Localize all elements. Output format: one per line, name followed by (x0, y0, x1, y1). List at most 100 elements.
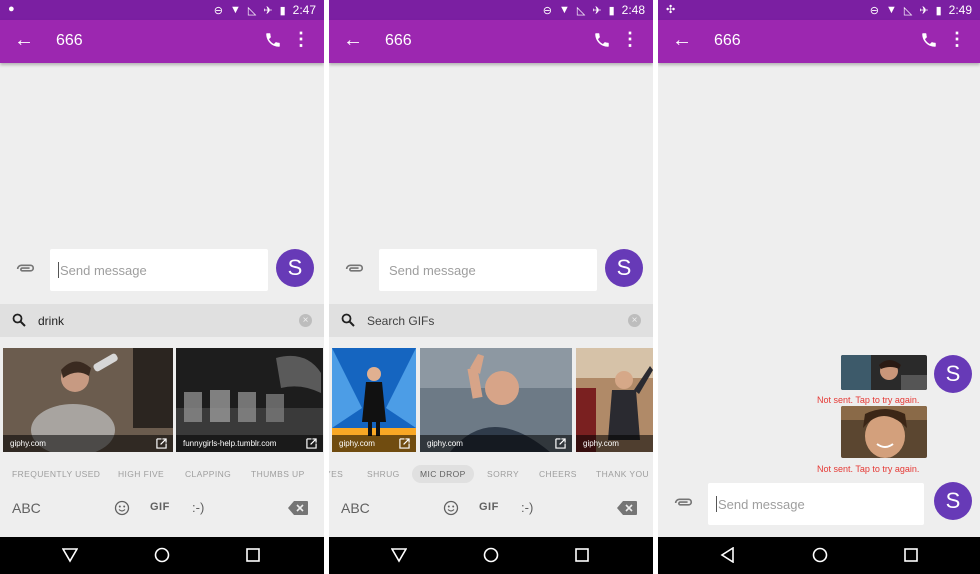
wifi-icon: ▼ (230, 4, 241, 16)
category-tab[interactable]: THUMBS UP (251, 469, 305, 479)
nav-back-icon[interactable] (62, 547, 78, 563)
keyboard-mode-row: ABC GIF :-) (329, 496, 653, 520)
emoticon-key[interactable]: :-) (192, 500, 204, 515)
gif-result[interactable]: giphy.com (3, 348, 173, 452)
clear-search-icon[interactable]: × (628, 314, 641, 327)
attach-icon[interactable] (343, 261, 365, 277)
category-tab[interactable]: FREQUENTLY USED (12, 469, 100, 479)
back-arrow-icon[interactable]: ← (14, 29, 34, 52)
gif-search-bar[interactable]: × (329, 304, 653, 337)
message-box[interactable] (708, 483, 924, 525)
phone-icon[interactable] (264, 31, 282, 49)
app-bar: ← 666 ⋮ (0, 20, 324, 63)
message-box[interactable] (379, 249, 597, 291)
airplane-icon: ✈ (919, 4, 929, 17)
app-bar: ← 666 ⋮ (658, 20, 980, 63)
screen-gif-search-results: ● ⊖ ▼ ◺ ✈ ▮ 2:47 ← 666 ⋮ S × (0, 0, 324, 574)
notification-icon: ● (8, 3, 15, 15)
category-tab[interactable]: CLAPPING (185, 469, 231, 479)
nav-home-icon[interactable] (154, 547, 170, 563)
wifi-icon: ▼ (886, 4, 897, 16)
category-tab[interactable]: SORRY (487, 469, 519, 479)
message-input[interactable] (387, 249, 591, 291)
open-external-icon[interactable] (306, 438, 317, 449)
keyboard-mode-row: ABC GIF :-) (0, 496, 324, 520)
no-signal-icon: ◺ (576, 4, 586, 17)
gif-source: giphy.com (3, 435, 173, 452)
gif-result[interactable]: giphy.com (576, 348, 653, 452)
battery-icon: ▮ (608, 4, 615, 17)
phone-icon[interactable] (920, 31, 938, 49)
message-input[interactable] (716, 483, 920, 525)
text-cursor (716, 496, 717, 512)
nav-home-icon[interactable] (812, 547, 828, 563)
message-box[interactable] (50, 249, 268, 291)
category-tab[interactable]: HIGH FIVE (118, 469, 164, 479)
search-icon (341, 313, 355, 327)
nav-bar (329, 537, 653, 574)
more-options-icon[interactable]: ⋮ (292, 29, 310, 49)
back-arrow-icon[interactable]: ← (343, 29, 363, 52)
nav-back-icon[interactable] (391, 547, 407, 563)
more-options-icon[interactable]: ⋮ (948, 29, 966, 49)
gif-search-input[interactable] (365, 308, 609, 334)
status-bar: ✣ ⊖ ▼ ◺ ✈ ▮ 2:49 (658, 0, 980, 20)
gif-search-bar[interactable]: × (0, 304, 324, 337)
compose-row: S (0, 246, 324, 292)
backspace-icon[interactable] (288, 501, 308, 515)
abc-key[interactable]: ABC (12, 500, 41, 516)
avatar[interactable]: S (934, 482, 972, 520)
category-tab[interactable]: SHRUG (367, 469, 400, 479)
emoticon-key[interactable]: :-) (521, 500, 533, 515)
avatar[interactable]: S (276, 249, 314, 287)
gif-result[interactable]: giphy.com (332, 348, 416, 452)
clear-search-icon[interactable]: × (299, 314, 312, 327)
status-time: 2:49 (948, 3, 972, 17)
category-tab-selected[interactable]: MIC DROP (412, 465, 474, 483)
sync-icon: ✣ (666, 4, 676, 16)
open-external-icon[interactable] (555, 438, 566, 449)
avatar[interactable]: S (934, 355, 972, 393)
airplane-icon: ✈ (263, 4, 273, 17)
no-signal-icon: ◺ (903, 4, 913, 17)
conversation-title: 666 (714, 32, 741, 49)
nav-back-icon[interactable] (720, 547, 736, 563)
gif-source: giphy.com (420, 435, 572, 452)
conversation-title: 666 (56, 32, 83, 49)
nav-recents-icon[interactable] (903, 547, 919, 563)
category-tab[interactable]: CHEERS (539, 469, 577, 479)
category-tab[interactable]: YES (329, 469, 343, 479)
emoji-icon[interactable] (443, 500, 459, 516)
send-error-text[interactable]: Not sent. Tap to try again. (817, 464, 919, 474)
compose-row: S (658, 480, 980, 526)
nav-recents-icon[interactable] (574, 547, 590, 563)
gif-search-input[interactable] (36, 308, 280, 334)
nav-home-icon[interactable] (483, 547, 499, 563)
backspace-icon[interactable] (617, 501, 637, 515)
gif-key[interactable]: GIF (479, 501, 499, 513)
more-options-icon[interactable]: ⋮ (621, 29, 639, 49)
gif-result[interactable]: funnygirls-help.tumblr.com (176, 348, 323, 452)
abc-key[interactable]: ABC (341, 500, 370, 516)
status-bar: ● ⊖ ▼ ◺ ✈ ▮ 2:47 (0, 0, 324, 20)
gif-result[interactable]: giphy.com (420, 348, 572, 452)
attach-icon[interactable] (14, 261, 36, 277)
phone-icon[interactable] (593, 31, 611, 49)
gif-key[interactable]: GIF (150, 501, 170, 513)
category-tab[interactable]: THANK YOU (596, 469, 649, 479)
message-input[interactable] (58, 249, 262, 291)
avatar[interactable]: S (605, 249, 643, 287)
sent-gif-message[interactable] (841, 406, 927, 458)
back-arrow-icon[interactable]: ← (672, 29, 692, 52)
dnd-icon: ⊖ (542, 4, 552, 17)
open-external-icon[interactable] (399, 438, 410, 449)
emoji-icon[interactable] (114, 500, 130, 516)
open-external-icon[interactable] (156, 438, 167, 449)
battery-icon: ▮ (279, 4, 286, 17)
send-error-text[interactable]: Not sent. Tap to try again. (817, 395, 919, 405)
sent-gif-message[interactable] (841, 355, 927, 390)
airplane-icon: ✈ (592, 4, 602, 17)
conversation-title: 666 (385, 32, 412, 49)
nav-recents-icon[interactable] (245, 547, 261, 563)
attach-icon[interactable] (672, 495, 694, 511)
